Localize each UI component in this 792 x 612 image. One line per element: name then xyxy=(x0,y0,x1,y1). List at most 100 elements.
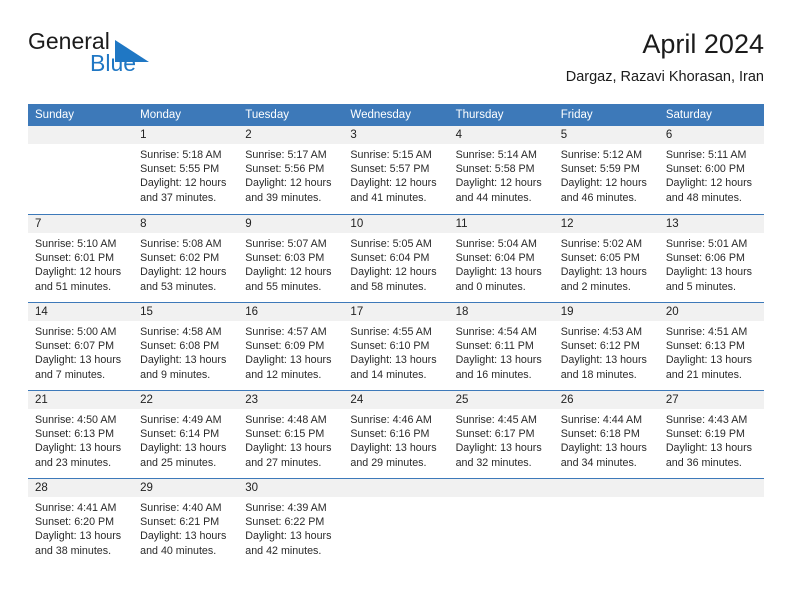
day-detail-line: Sunset: 6:06 PM xyxy=(665,252,745,265)
calendar-day-cell[interactable]: 15 Sunrise: 4:58 AM Sunset: 6:08 PM Dayligh… xyxy=(133,303,239,390)
day-detail-line: Daylight: 12 hours xyxy=(245,177,332,190)
day-details: Sunrise: 5:12 AM Sunset: 5:59 PM Daylight:… xyxy=(554,144,659,205)
day-details: Sunrise: 4:39 AM Sunset: 6:22 PM Daylight:… xyxy=(238,497,343,558)
day-detail-line: Sunrise: 4:48 AM xyxy=(245,414,327,426)
calendar-day-cell[interactable]: 25 Sunrise: 4:45 AM Sunset: 6:17 PM Dayligh… xyxy=(448,391,554,478)
day-detail-line: Sunrise: 5:10 AM xyxy=(35,238,117,250)
day-detail-line: Daylight: 13 hours xyxy=(350,354,437,367)
calendar-day-cell[interactable]: 19 Sunrise: 4:53 AM Sunset: 6:12 PM Dayligh… xyxy=(553,303,659,390)
day-detail-line: Sunrise: 5:18 AM xyxy=(140,149,222,161)
day-number: 13 xyxy=(658,215,764,233)
day-detail-line: Daylight: 13 hours xyxy=(35,354,122,367)
calendar-day-cell-empty xyxy=(553,479,659,566)
calendar-day-cell[interactable]: 28 Sunrise: 4:41 AM Sunset: 6:20 PM Dayligh… xyxy=(28,479,134,566)
day-details: Sunrise: 4:54 AM Sunset: 6:11 PM Daylight:… xyxy=(449,321,554,382)
day-detail-line: and 32 minutes. xyxy=(455,456,532,469)
calendar-day-cell[interactable]: 7 Sunrise: 5:10 AM Sunset: 6:01 PM Daylight… xyxy=(28,215,134,302)
calendar-day-cell[interactable]: 13 Sunrise: 5:01 AM Sunset: 6:06 PM Dayligh… xyxy=(658,215,764,302)
day-detail-line: and 36 minutes. xyxy=(665,456,742,469)
day-detail-line: Sunset: 6:04 PM xyxy=(350,252,430,265)
calendar-day-cell[interactable]: 4 Sunrise: 5:14 AM Sunset: 5:58 PM Daylight… xyxy=(448,126,554,214)
day-detail-line: Daylight: 13 hours xyxy=(245,354,332,367)
day-number: 23 xyxy=(238,391,344,409)
calendar-day-cell[interactable]: 10 Sunrise: 5:05 AM Sunset: 6:04 PM Dayligh… xyxy=(343,215,449,302)
day-details: Sunrise: 4:55 AM Sunset: 6:10 PM Daylight:… xyxy=(343,321,448,382)
day-detail-line: Sunrise: 5:00 AM xyxy=(35,326,117,338)
calendar-day-cell[interactable]: 11 Sunrise: 5:04 AM Sunset: 6:04 PM Dayligh… xyxy=(448,215,554,302)
day-detail-line: and 42 minutes. xyxy=(245,544,322,557)
day-number: 25 xyxy=(448,391,554,409)
day-detail-line: and 29 minutes. xyxy=(350,456,427,469)
day-details: Sunrise: 4:50 AM Sunset: 6:13 PM Daylight:… xyxy=(28,409,133,470)
day-detail-line: and 37 minutes. xyxy=(140,191,217,204)
day-number: 2 xyxy=(238,126,344,144)
weekday-header-sunday: Sunday xyxy=(35,109,75,121)
calendar-day-cell[interactable]: 17 Sunrise: 4:55 AM Sunset: 6:10 PM Dayligh… xyxy=(343,303,449,390)
day-detail-line: Sunset: 6:01 PM xyxy=(35,252,115,265)
day-detail-line: Sunrise: 4:55 AM xyxy=(350,326,432,338)
day-number: 24 xyxy=(343,391,449,409)
day-details: Sunrise: 5:08 AM Sunset: 6:02 PM Daylight:… xyxy=(133,233,238,294)
calendar-day-cell[interactable]: 23 Sunrise: 4:48 AM Sunset: 6:15 PM Dayligh… xyxy=(238,391,344,478)
day-number: 6 xyxy=(658,126,764,144)
calendar-day-cell[interactable]: 16 Sunrise: 4:57 AM Sunset: 6:09 PM Dayligh… xyxy=(238,303,344,390)
day-detail-line: Sunset: 6:07 PM xyxy=(35,340,115,353)
day-details: Sunrise: 5:01 AM Sunset: 6:06 PM Daylight:… xyxy=(659,233,764,294)
day-detail-line: Sunrise: 5:04 AM xyxy=(455,238,537,250)
day-number: 26 xyxy=(553,391,659,409)
day-detail-line: and 40 minutes. xyxy=(140,544,217,557)
calendar-day-cell-empty xyxy=(448,479,554,566)
day-detail-line: and 14 minutes. xyxy=(350,368,427,381)
day-detail-line: Sunset: 5:56 PM xyxy=(245,163,325,176)
calendar-day-cell[interactable]: 12 Sunrise: 5:02 AM Sunset: 6:05 PM Dayligh… xyxy=(553,215,659,302)
calendar-day-cell[interactable]: 9 Sunrise: 5:07 AM Sunset: 6:03 PM Daylight… xyxy=(238,215,344,302)
page-header: General Blue April 2024 Dargaz, Razavi K… xyxy=(28,28,764,96)
calendar-day-cell[interactable]: 14 Sunrise: 5:00 AM Sunset: 6:07 PM Dayligh… xyxy=(28,303,134,390)
calendar-day-cell[interactable]: 22 Sunrise: 4:49 AM Sunset: 6:14 PM Dayligh… xyxy=(133,391,239,478)
calendar-week-row: 7 Sunrise: 5:10 AM Sunset: 6:01 PM Daylight… xyxy=(28,214,764,302)
day-details xyxy=(28,144,133,148)
day-details: Sunrise: 5:02 AM Sunset: 6:05 PM Daylight:… xyxy=(554,233,659,294)
calendar-day-cell[interactable]: 21 Sunrise: 4:50 AM Sunset: 6:13 PM Dayligh… xyxy=(28,391,134,478)
calendar-day-cell[interactable]: 6 Sunrise: 5:11 AM Sunset: 6:00 PM Daylight… xyxy=(658,126,764,214)
day-detail-line: Daylight: 13 hours xyxy=(140,354,227,367)
day-detail-line: and 55 minutes. xyxy=(245,280,322,293)
day-number: 18 xyxy=(448,303,554,321)
calendar-day-cell[interactable]: 5 Sunrise: 5:12 AM Sunset: 5:59 PM Daylight… xyxy=(553,126,659,214)
day-detail-line: Sunset: 6:22 PM xyxy=(245,516,325,529)
calendar-day-cell[interactable]: 2 Sunrise: 5:17 AM Sunset: 5:56 PM Daylight… xyxy=(238,126,344,214)
day-number xyxy=(658,479,764,497)
day-detail-line: Sunrise: 5:12 AM xyxy=(560,149,643,161)
day-detail-line: and 39 minutes. xyxy=(245,191,322,204)
calendar-day-cell[interactable]: 30 Sunrise: 4:39 AM Sunset: 6:22 PM Dayligh… xyxy=(238,479,344,566)
day-detail-line: Sunset: 6:13 PM xyxy=(665,340,745,353)
day-details xyxy=(659,497,764,501)
day-detail-line: Sunrise: 4:40 AM xyxy=(140,502,222,514)
day-detail-line: Daylight: 12 hours xyxy=(350,266,437,279)
logo-text-blue: Blue xyxy=(90,50,137,76)
day-detail-line: Sunset: 6:05 PM xyxy=(560,252,640,265)
day-detail-line: and 51 minutes. xyxy=(35,280,112,293)
day-detail-line: Sunset: 6:03 PM xyxy=(245,252,325,265)
calendar-day-cell[interactable]: 26 Sunrise: 4:44 AM Sunset: 6:18 PM Dayligh… xyxy=(553,391,659,478)
calendar-day-cell[interactable]: 24 Sunrise: 4:46 AM Sunset: 6:16 PM Dayligh… xyxy=(343,391,449,478)
calendar-day-cell[interactable]: 18 Sunrise: 4:54 AM Sunset: 6:11 PM Dayligh… xyxy=(448,303,554,390)
day-detail-line: Daylight: 13 hours xyxy=(140,442,227,455)
day-detail-line: Sunset: 6:18 PM xyxy=(560,428,640,441)
calendar-day-cell[interactable]: 8 Sunrise: 5:08 AM Sunset: 6:02 PM Daylight… xyxy=(133,215,239,302)
day-detail-line: Sunrise: 5:07 AM xyxy=(245,238,327,250)
calendar-day-cell[interactable]: 20 Sunrise: 4:51 AM Sunset: 6:13 PM Dayligh… xyxy=(658,303,764,390)
day-detail-line: and 41 minutes. xyxy=(350,191,427,204)
day-detail-line: Daylight: 12 hours xyxy=(35,266,122,279)
calendar-day-cell[interactable]: 3 Sunrise: 5:15 AM Sunset: 5:57 PM Daylight… xyxy=(343,126,449,214)
day-details xyxy=(343,497,448,501)
calendar-day-cell[interactable]: 29 Sunrise: 4:40 AM Sunset: 6:21 PM Dayligh… xyxy=(133,479,239,566)
day-number: 10 xyxy=(343,215,449,233)
calendar-day-cell[interactable]: 27 Sunrise: 4:43 AM Sunset: 6:19 PM Dayligh… xyxy=(658,391,764,478)
calendar-day-cell[interactable]: 1 Sunrise: 5:18 AM Sunset: 5:55 PM Daylight… xyxy=(133,126,239,214)
calendar-week-row: 21 Sunrise: 4:50 AM Sunset: 6:13 PM Dayligh… xyxy=(28,390,764,478)
day-detail-line: Sunset: 6:16 PM xyxy=(350,428,430,441)
day-detail-line: and 21 minutes. xyxy=(665,368,742,381)
day-detail-line: and 18 minutes. xyxy=(560,368,637,381)
day-detail-line: and 2 minutes. xyxy=(560,280,631,293)
